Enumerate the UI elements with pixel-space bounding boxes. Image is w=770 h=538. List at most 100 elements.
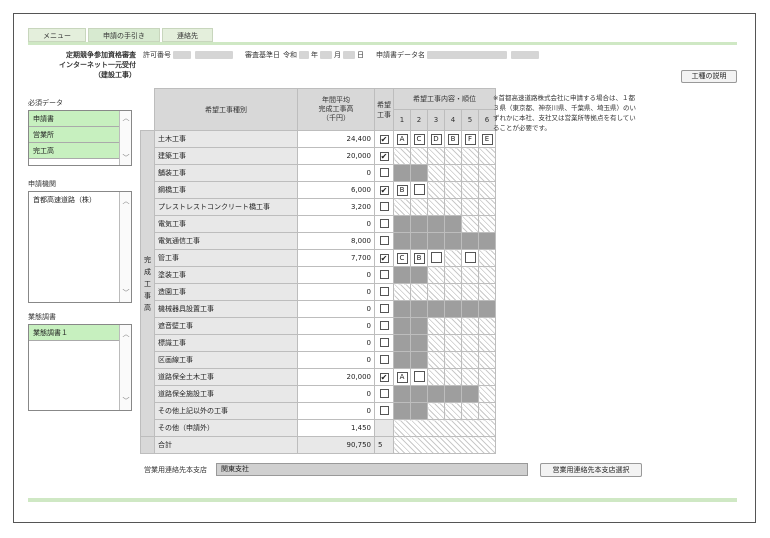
rank-cell bbox=[461, 198, 479, 216]
avg-amount-value: 0 bbox=[297, 385, 375, 403]
list-item[interactable]: 営業所 bbox=[29, 127, 131, 143]
avg-amount-value: 0 bbox=[297, 402, 375, 420]
rank-cell[interactable]: A bbox=[393, 130, 411, 148]
rank-input[interactable]: D bbox=[430, 133, 442, 145]
scrollbar[interactable]: ︿ ﹀ bbox=[119, 111, 131, 165]
hope-checkbox-cell bbox=[374, 283, 394, 301]
total-checked-count: 5 bbox=[374, 436, 394, 454]
rank-cell bbox=[444, 215, 462, 233]
rank-input[interactable] bbox=[413, 370, 425, 382]
table-row: 完成工事高土木工事 24,400 ✔ A C D B F E bbox=[140, 130, 496, 437]
rank-cell[interactable]: D bbox=[427, 130, 445, 148]
rank-cell[interactable]: F bbox=[461, 130, 479, 148]
col-rank-group-header: 希望工事内容・順位 bbox=[393, 88, 496, 110]
list-item[interactable]: 申請書 bbox=[29, 111, 131, 127]
rank-input[interactable] bbox=[430, 251, 442, 263]
rank-input[interactable]: A bbox=[396, 133, 408, 145]
rank-input[interactable]: C bbox=[413, 133, 425, 145]
rank-col-header: 5 bbox=[461, 109, 479, 131]
hope-checkbox[interactable] bbox=[379, 337, 389, 347]
rank-cell[interactable]: B bbox=[393, 181, 411, 199]
hope-checkbox[interactable]: ✔ bbox=[379, 185, 389, 195]
rank-cell[interactable]: C bbox=[410, 130, 428, 148]
rank-cell bbox=[478, 368, 496, 386]
hope-checkbox[interactable] bbox=[379, 218, 389, 228]
hope-checkbox[interactable]: ✔ bbox=[379, 253, 389, 263]
rank-input[interactable] bbox=[413, 183, 425, 195]
rank-cell bbox=[444, 402, 462, 420]
tab-menu[interactable]: メニュー bbox=[28, 28, 86, 42]
rank-cell[interactable]: B bbox=[444, 130, 462, 148]
rank-cell bbox=[427, 402, 445, 420]
hope-checkbox[interactable] bbox=[379, 320, 389, 330]
hope-checkbox[interactable] bbox=[379, 201, 389, 211]
scroll-down-icon[interactable]: ﹀ bbox=[120, 396, 132, 406]
rank-input[interactable]: C bbox=[396, 252, 408, 264]
hope-checkbox[interactable] bbox=[379, 286, 389, 296]
work-type-name: その他（申請外） bbox=[154, 419, 298, 437]
scroll-up-icon[interactable]: ︿ bbox=[120, 113, 132, 123]
rank-cell[interactable]: E bbox=[478, 130, 496, 148]
scrollbar[interactable]: ︿ ﹀ bbox=[119, 192, 131, 302]
table-row: 電気工事 0 bbox=[141, 215, 496, 233]
hope-checkbox[interactable]: ✔ bbox=[379, 151, 389, 161]
hope-checkbox-cell bbox=[374, 215, 394, 233]
hope-checkbox[interactable] bbox=[379, 269, 389, 279]
rank-input[interactable] bbox=[464, 251, 476, 263]
rank-cell[interactable] bbox=[427, 249, 445, 267]
work-type-name: 造園工事 bbox=[154, 283, 298, 301]
scroll-up-icon[interactable]: ︿ bbox=[120, 329, 132, 339]
list-item[interactable]: 完工高 bbox=[29, 143, 131, 159]
rank-input[interactable]: E bbox=[481, 133, 493, 145]
rank-cell bbox=[444, 232, 462, 250]
rank-cell bbox=[478, 300, 496, 318]
work-type-name: 電気通信工事 bbox=[154, 232, 298, 250]
rank-cell bbox=[478, 198, 496, 216]
hope-checkbox[interactable] bbox=[379, 167, 389, 177]
branch-select-button[interactable]: 営業用連絡先本支店選択 bbox=[540, 463, 642, 477]
rank-cell[interactable]: A bbox=[393, 368, 411, 386]
rank-cell[interactable] bbox=[410, 181, 428, 199]
rank-cell[interactable]: C bbox=[393, 249, 411, 267]
scroll-down-icon[interactable]: ﹀ bbox=[120, 288, 132, 298]
scroll-down-icon[interactable]: ﹀ bbox=[120, 153, 132, 163]
rank-cell[interactable]: B bbox=[410, 249, 428, 267]
hope-checkbox[interactable] bbox=[379, 388, 389, 398]
total-label: 合計 bbox=[154, 436, 298, 454]
work-type-name: 鋼橋工事 bbox=[154, 181, 298, 199]
rank-input[interactable]: A bbox=[396, 371, 408, 383]
required-data-list[interactable]: 申請書 営業所 完工高 ︿ ﹀ bbox=[28, 110, 132, 166]
rank-input[interactable]: B bbox=[447, 133, 459, 145]
tab-contact[interactable]: 連絡先 bbox=[162, 28, 213, 42]
hope-checkbox[interactable]: ✔ bbox=[379, 134, 389, 144]
rank-input[interactable]: F bbox=[464, 133, 476, 145]
list-item[interactable]: 業態調書１ bbox=[29, 325, 131, 341]
hope-checkbox[interactable] bbox=[379, 303, 389, 313]
work-type-name: 土木工事 bbox=[154, 130, 298, 148]
col-work-type-header: 希望工事種別 bbox=[154, 88, 298, 131]
rank-cell bbox=[444, 334, 462, 352]
work-type-name: 遮音壁工事 bbox=[154, 317, 298, 335]
col-hope-header: 希望 工事 bbox=[374, 88, 394, 131]
hope-checkbox[interactable] bbox=[379, 405, 389, 415]
scrollbar[interactable]: ︿ ﹀ bbox=[119, 325, 131, 410]
hope-checkbox[interactable] bbox=[379, 354, 389, 364]
rank-cell bbox=[444, 317, 462, 335]
scroll-up-icon[interactable]: ︿ bbox=[120, 196, 132, 206]
rank-cell[interactable] bbox=[461, 249, 479, 267]
hope-checkbox[interactable]: ✔ bbox=[379, 372, 389, 382]
rank-cell bbox=[427, 147, 445, 165]
survey-list[interactable]: 業態調書１ ︿ ﹀ bbox=[28, 324, 132, 411]
work-type-explain-button[interactable]: 工種の説明 bbox=[681, 70, 737, 83]
rank-cell bbox=[427, 385, 445, 403]
list-item[interactable]: 首都高速道路（株） bbox=[29, 192, 131, 208]
agency-list[interactable]: 首都高速道路（株） ︿ ﹀ bbox=[28, 191, 132, 303]
rank-cell[interactable] bbox=[410, 368, 428, 386]
rank-input[interactable]: B bbox=[413, 252, 425, 264]
tab-guide[interactable]: 申請の手引き bbox=[88, 28, 160, 42]
rank-cell bbox=[478, 164, 496, 182]
rank-input[interactable]: B bbox=[396, 184, 408, 196]
rank-cell bbox=[461, 266, 479, 284]
hope-checkbox[interactable] bbox=[379, 235, 389, 245]
table-row: 建築工事 20,000 ✔ bbox=[141, 147, 496, 165]
